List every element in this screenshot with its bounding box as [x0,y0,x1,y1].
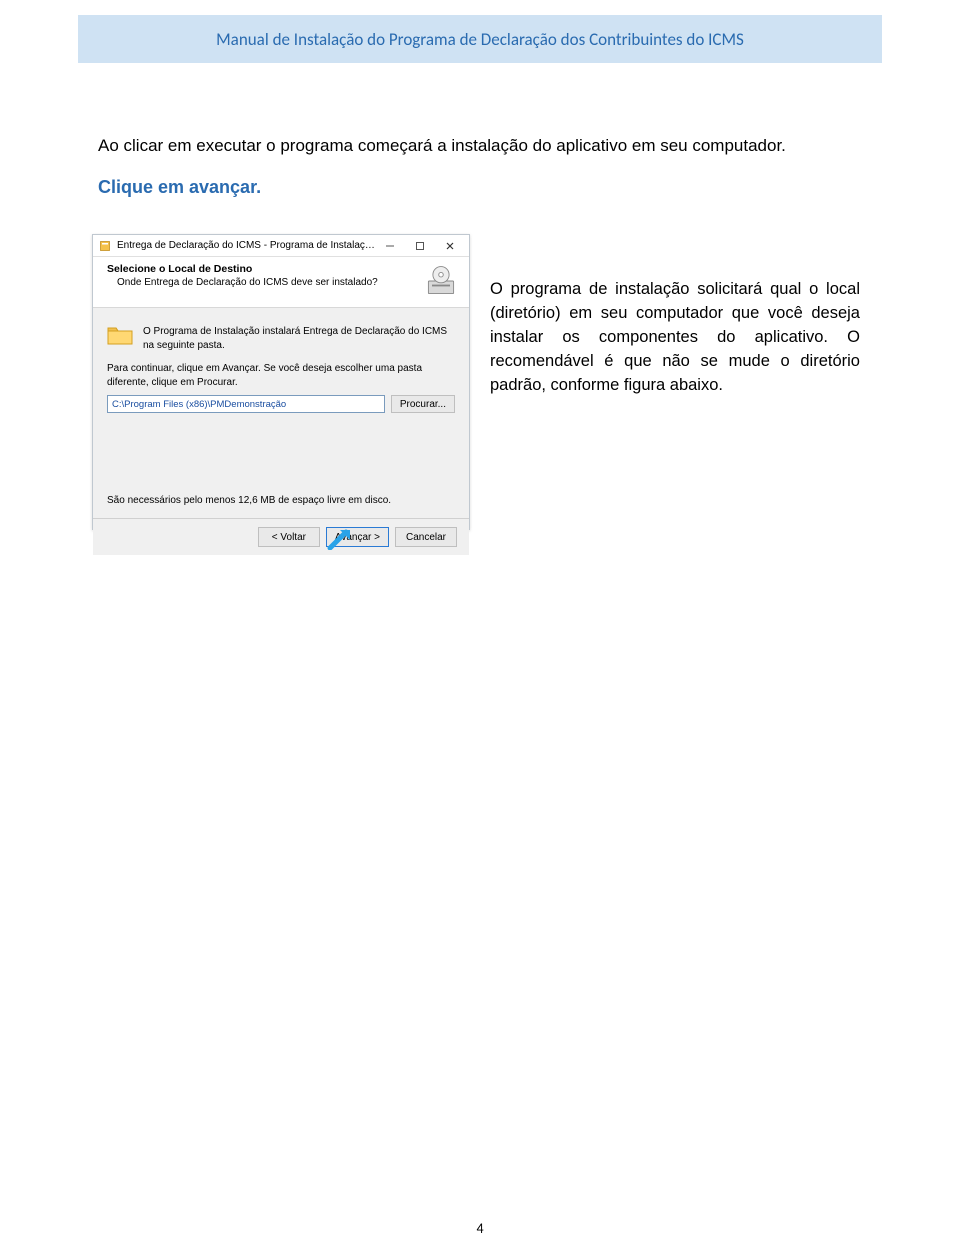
window-minimize-button[interactable] [375,237,405,255]
intro-line-2: Clique em avançar. [98,175,261,200]
cancel-button[interactable]: Cancelar [395,527,457,547]
dialog-header: Selecione o Local de Destino Onde Entreg… [93,257,469,308]
back-button[interactable]: < Voltar [258,527,320,547]
window-maximize-button[interactable] [405,237,435,255]
dialog-header-subtitle: Onde Entrega de Declaração do ICMS deve … [107,277,417,288]
installer-disk-icon [423,263,459,299]
dialog-footer: < Voltar Avançar > Cancelar [93,519,469,555]
folder-icon [107,324,133,346]
installer-app-icon [99,240,111,252]
browse-button[interactable]: Procurar... [391,395,455,413]
side-paragraph: O programa de instalação solicitará qual… [490,278,860,398]
installer-dialog: Entrega de Declaração do ICMS - Programa… [92,234,470,530]
intro-line-1: Ao clicar em executar o programa começar… [98,134,868,158]
disk-space-note: São necessários pelo menos 12,6 MB de es… [107,495,455,506]
document-header: Manual de Instalação do Programa de Decl… [78,15,882,63]
dialog-body: O Programa de Instalação instalará Entre… [93,308,469,512]
next-button[interactable]: Avançar > [326,527,389,547]
dialog-folder-text: O Programa de Instalação instalará Entre… [143,324,455,352]
install-path-input[interactable] [107,395,385,413]
window-close-button[interactable] [435,237,465,255]
document-header-title: Manual de Instalação do Programa de Decl… [216,29,744,50]
dialog-body-text: Para continuar, clique em Avançar. Se vo… [107,362,455,389]
dialog-titlebar[interactable]: Entrega de Declaração do ICMS - Programa… [93,235,469,257]
page-number: 4 [476,1220,483,1237]
dialog-title-text: Entrega de Declaração do ICMS - Programa… [117,240,375,251]
dialog-header-title: Selecione o Local de Destino [107,263,417,275]
